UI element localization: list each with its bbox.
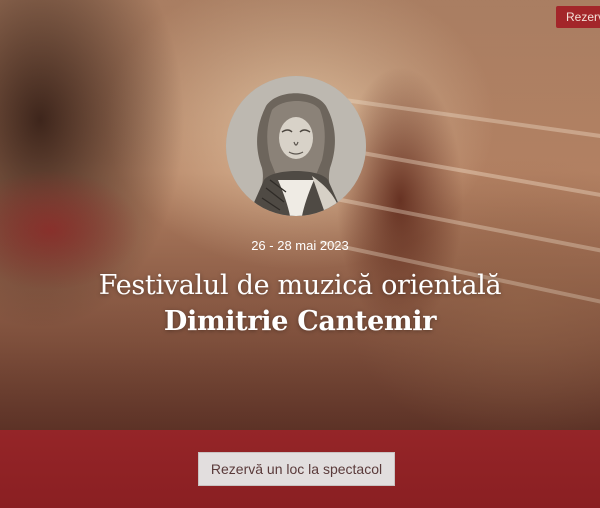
blurred-string: [329, 96, 600, 142]
festival-date: 26 - 28 mai 2023: [251, 238, 349, 253]
title-line-1: Festivalul de muzică orientală: [98, 270, 502, 301]
portrait-image: [226, 76, 366, 216]
title-line-2: Dimitrie Cantemir: [163, 306, 437, 337]
top-reserve-button[interactable]: Rezervă: [556, 6, 600, 28]
festival-title: Festivalul de muzică orientală Dimitrie …: [0, 268, 600, 340]
reserve-seat-button[interactable]: Rezervă un loc la spectacol: [198, 452, 395, 486]
composer-portrait: [226, 76, 366, 216]
